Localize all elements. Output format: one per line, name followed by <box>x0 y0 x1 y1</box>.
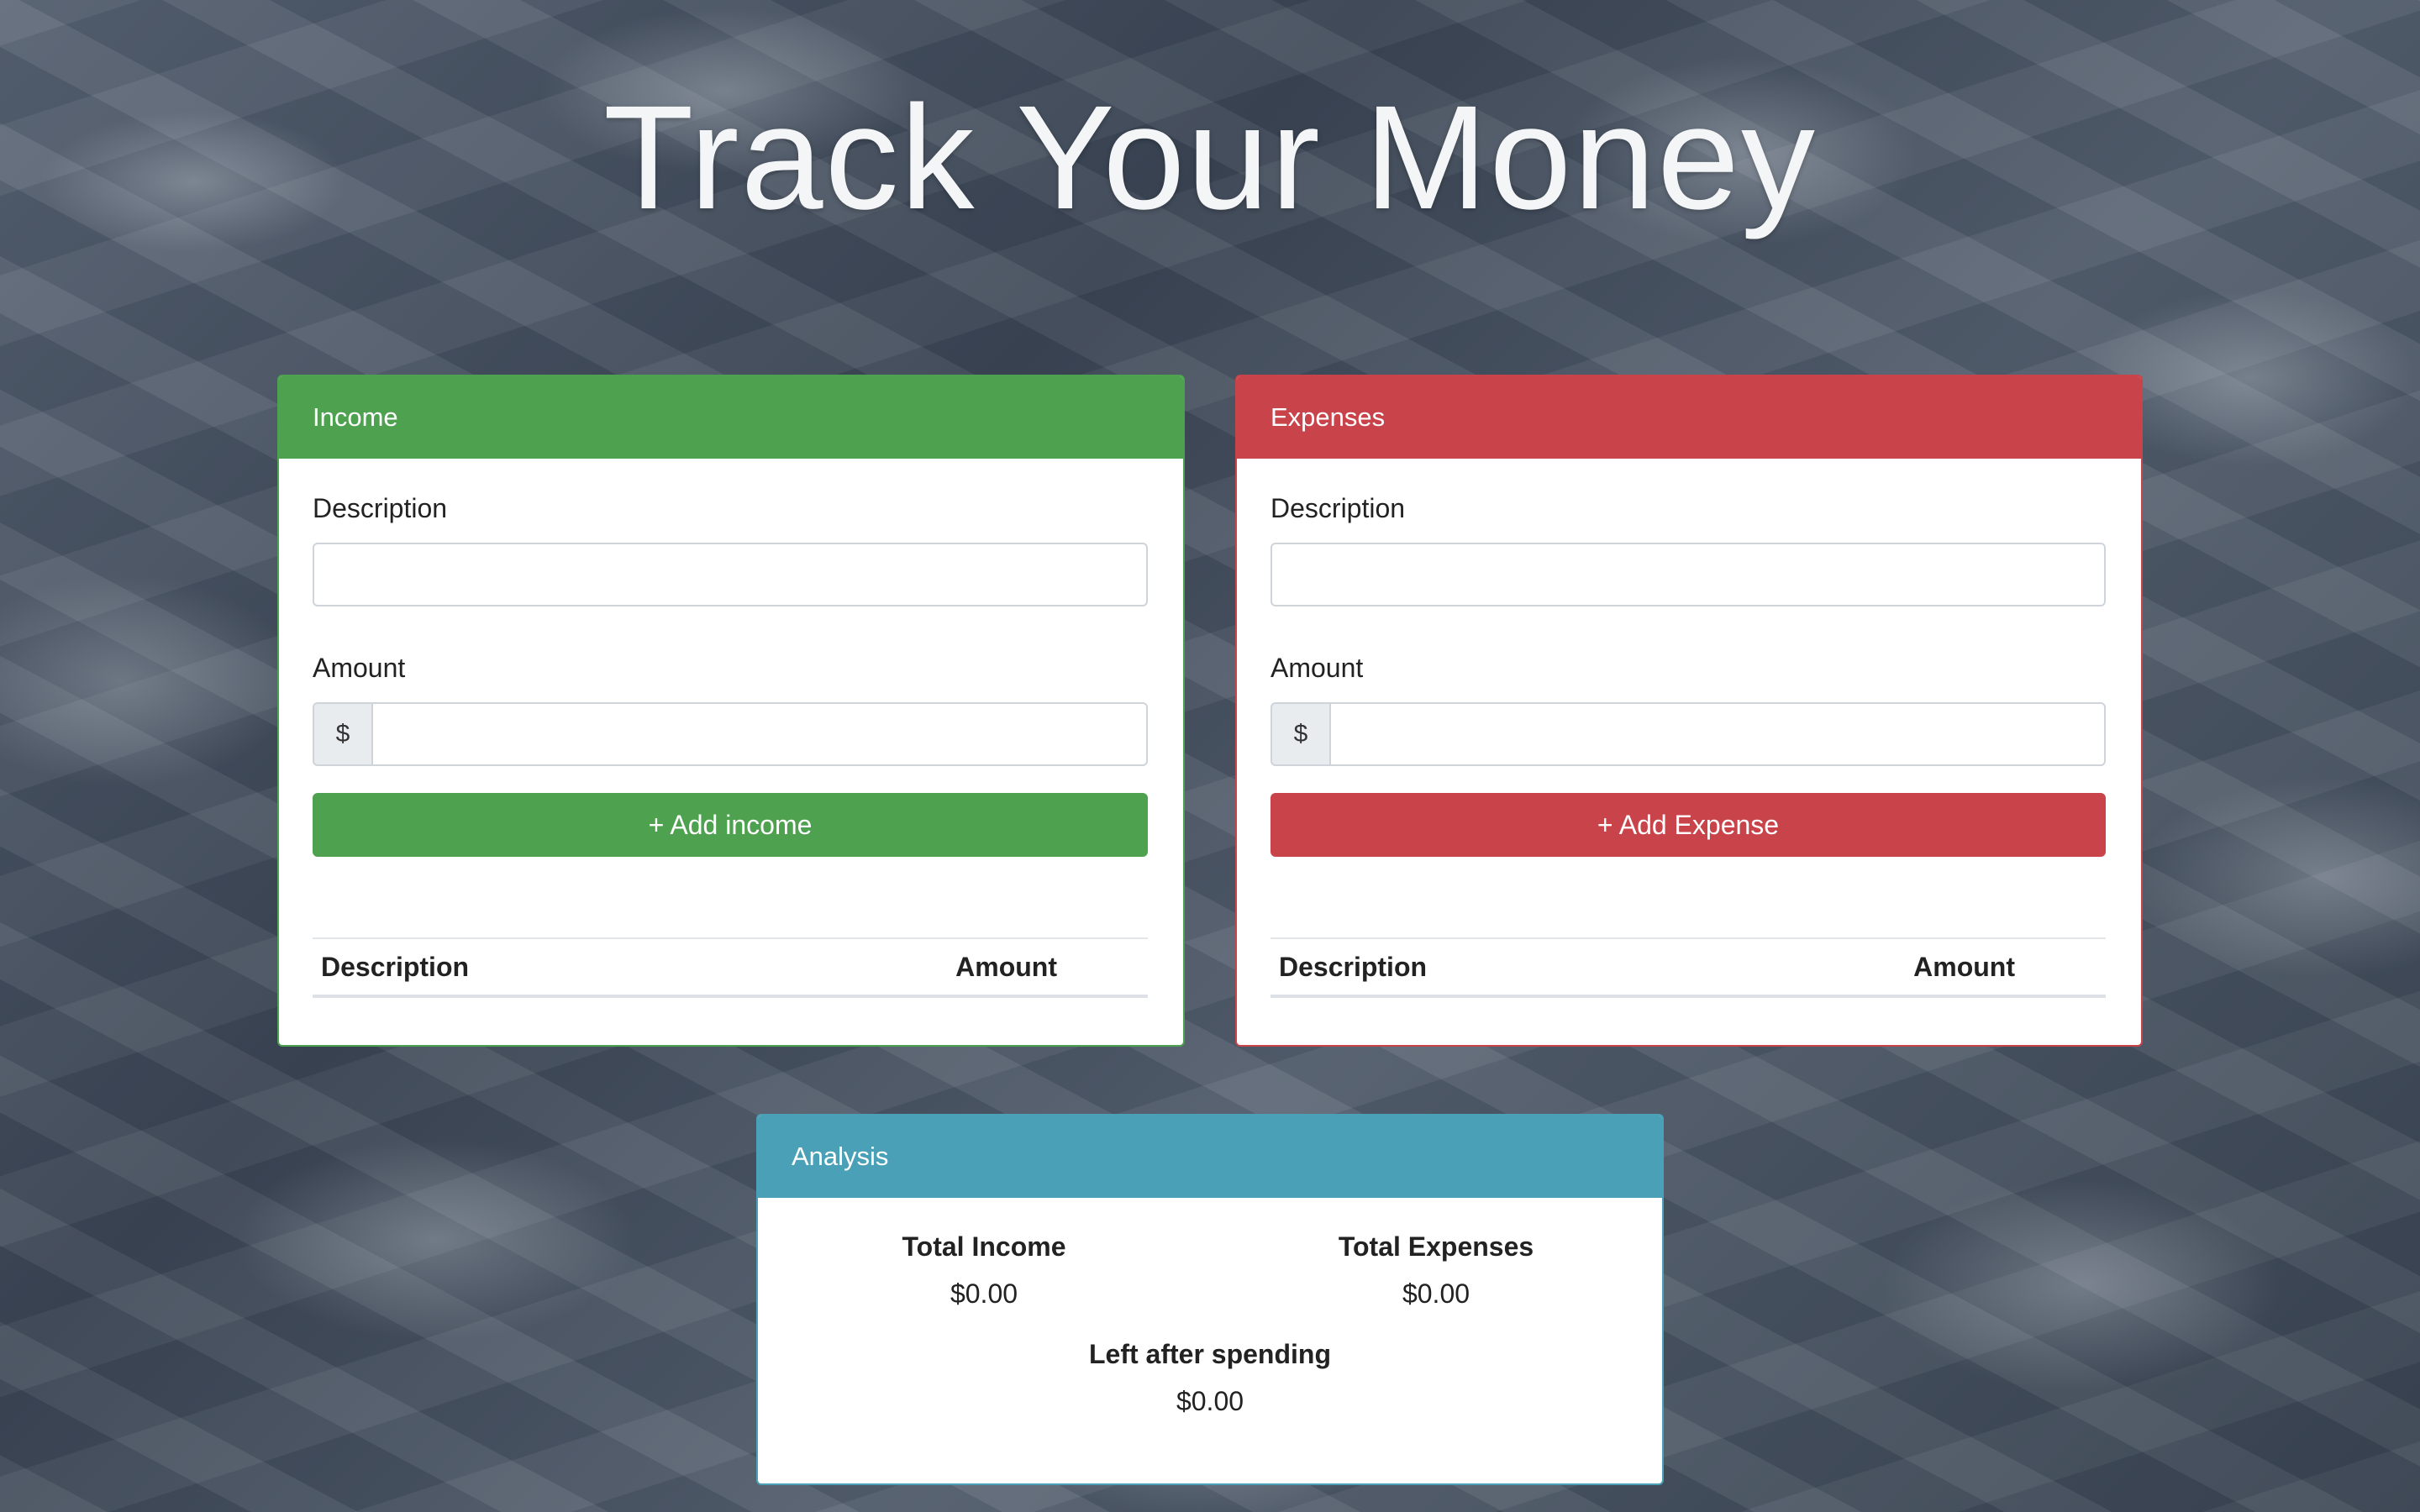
expenses-header-title: Expenses <box>1270 402 1386 432</box>
expenses-description-group: Description <box>1270 492 2106 606</box>
total-income-stat: Total Income $0.00 <box>758 1230 1210 1310</box>
expenses-description-input[interactable] <box>1270 543 2106 606</box>
income-col-amount: Amount <box>689 937 1148 998</box>
income-table: Description Amount <box>313 937 1148 998</box>
income-form: Description Amount $ + Add income Descri… <box>279 459 1183 998</box>
total-expenses-label: Total Expenses <box>1338 1231 1534 1262</box>
income-table-header-row: Description Amount <box>313 937 1148 998</box>
income-description-input[interactable] <box>313 543 1148 606</box>
total-expenses-value: $0.00 <box>1402 1278 1470 1309</box>
left-after-spending-value: $0.00 <box>1176 1386 1244 1416</box>
expenses-amount-group: $ <box>1270 702 2106 766</box>
income-amount-input[interactable] <box>371 702 1148 766</box>
total-income-label: Total Income <box>902 1231 1066 1262</box>
income-card: Income Description Amount $ + Add income… <box>277 375 1185 1047</box>
expenses-col-description: Description <box>1270 937 1648 998</box>
expenses-amount-input[interactable] <box>1329 702 2106 766</box>
expenses-col-amount: Amount <box>1647 937 2106 998</box>
left-after-spending-stat: Left after spending $0.00 <box>758 1337 1662 1418</box>
expenses-header: Expenses <box>1237 376 2141 459</box>
total-income-value: $0.00 <box>950 1278 1018 1309</box>
add-income-button[interactable]: + Add income <box>313 793 1148 857</box>
income-header-title: Income <box>313 402 398 432</box>
expenses-table: Description Amount <box>1270 937 2106 998</box>
income-amount-label: Amount <box>313 653 406 683</box>
total-expenses-stat: Total Expenses $0.00 <box>1210 1230 1662 1310</box>
add-expense-button[interactable]: + Add Expense <box>1270 793 2106 857</box>
left-after-spending-label: Left after spending <box>1088 1339 1331 1369</box>
income-col-description: Description <box>313 937 690 998</box>
expenses-amount-label: Amount <box>1270 653 1364 683</box>
income-dollar-prefix: $ <box>313 702 371 766</box>
expenses-description-label: Description <box>1270 493 1406 523</box>
analysis-card: Analysis Total Income $0.00 Total Expens… <box>756 1114 1664 1485</box>
income-header: Income <box>279 376 1183 459</box>
expenses-form: Description Amount $ + Add Expense Descr… <box>1237 459 2141 998</box>
expenses-card: Expenses Description Amount $ + Add Expe… <box>1235 375 2143 1047</box>
income-amount-group: $ <box>313 702 1148 766</box>
expenses-dollar-prefix: $ <box>1270 702 1329 766</box>
income-description-label: Description <box>313 493 448 523</box>
page-title: Track Your Money <box>603 76 1817 240</box>
income-description-group: Description <box>313 492 1148 606</box>
analysis-header-title: Analysis <box>792 1142 889 1171</box>
analysis-totals-row: Total Income $0.00 Total Expenses $0.00 <box>758 1198 1662 1310</box>
expenses-table-header-row: Description Amount <box>1270 937 2106 998</box>
analysis-header: Analysis <box>758 1116 1662 1198</box>
